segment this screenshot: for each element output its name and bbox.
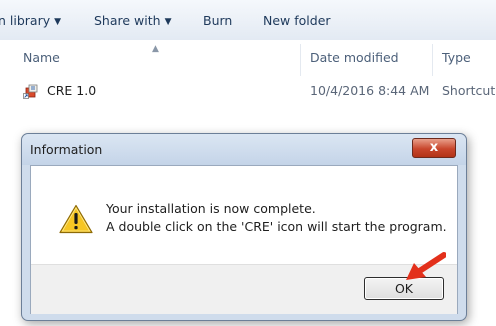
include-in-library-label: n library [0,13,51,28]
column-header-row: Name Date modified Type [0,40,496,78]
message-line-2: A double click on the 'CRE' icon will st… [106,219,447,234]
close-icon: x [429,140,439,155]
column-header-name[interactable]: Name [23,50,60,65]
close-button[interactable]: x [412,138,456,158]
share-with-label: Share with [94,13,161,28]
message-line-1: Your installation is now complete. [106,201,316,216]
dialog-button-bar: OK [31,264,457,314]
burn-label: Burn [203,13,233,28]
chevron-down-icon: ▼ [164,17,172,27]
dialog-content: Your installation is now complete. A dou… [30,165,458,314]
new-folder-label: New folder [263,13,331,28]
column-header-type[interactable]: Type [442,50,471,65]
column-divider[interactable] [300,44,301,76]
burn-button[interactable]: Burn [203,13,232,28]
file-date-modified: 10/4/2016 8:44 AM [310,83,430,98]
red-arrow-icon [406,252,446,280]
share-with-menu[interactable]: Share with ▼ [94,13,172,28]
information-dialog: Information x Your installation is now c… [21,133,467,321]
dialog-message: Your installation is now complete. A dou… [106,200,447,236]
shortcut-app-icon [23,84,38,99]
explorer-toolbar: n library ▼ Share with ▼ Burn New folder [0,0,496,41]
file-name: CRE 1.0 [47,83,97,98]
column-header-date-modified[interactable]: Date modified [310,50,399,65]
sort-caret-icon: ▲ [152,44,159,54]
dialog-title: Information [30,142,103,157]
new-folder-button[interactable]: New folder [263,13,331,28]
include-in-library-menu[interactable]: n library ▼ [0,13,61,28]
column-divider[interactable] [432,44,433,76]
dialog-title-bar[interactable]: Information x [22,134,466,165]
file-list-item[interactable]: CRE 1.0 10/4/2016 8:44 AM Shortcut [0,80,496,102]
file-type: Shortcut [442,83,496,98]
warning-icon [59,204,93,234]
chevron-down-icon: ▼ [54,17,62,27]
